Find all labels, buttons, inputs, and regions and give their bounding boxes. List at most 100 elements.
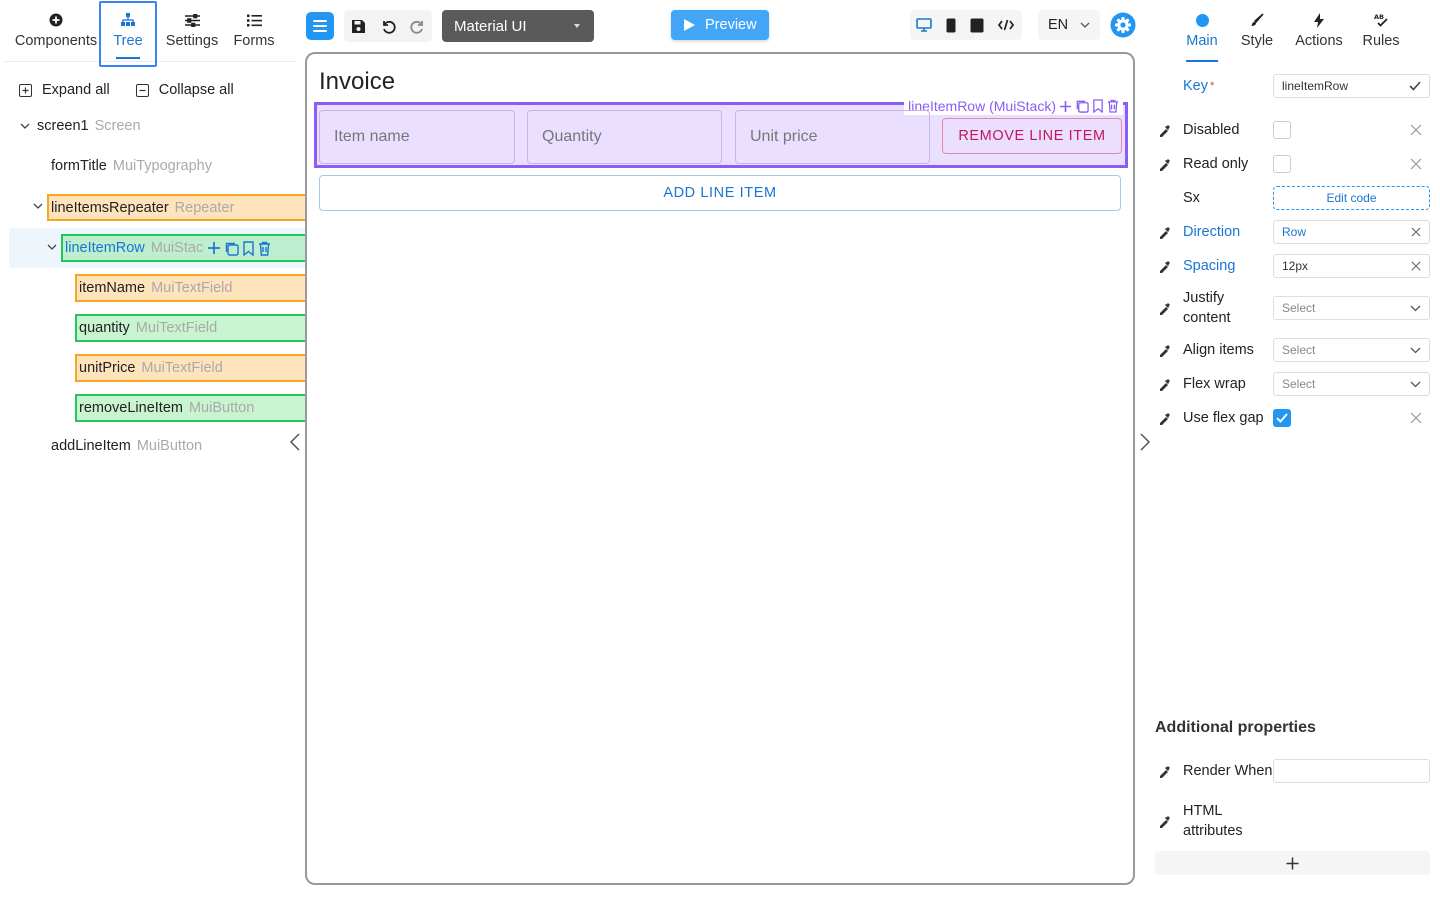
- tree-node-unitprice[interactable]: unitPrice MuiTextField: [75, 354, 329, 382]
- prop-row-spacing: Spacing 12px: [1158, 254, 1430, 278]
- clear-icon[interactable]: [1410, 124, 1422, 136]
- prop-row-flex-wrap: Flex wrap Select: [1158, 372, 1430, 396]
- play-icon: [683, 18, 696, 32]
- node-name: screen1: [37, 118, 89, 134]
- tab-components[interactable]: Components: [10, 0, 102, 62]
- language-select[interactable]: EN: [1038, 10, 1100, 40]
- read-only-checkbox[interactable]: [1273, 155, 1291, 173]
- tab-settings[interactable]: Settings: [161, 0, 223, 62]
- expand-all-button[interactable]: Expand all: [19, 82, 110, 98]
- tree-tab-selection-outline: [99, 1, 157, 67]
- clear-icon[interactable]: [1410, 158, 1422, 170]
- preview-label: Preview: [705, 17, 757, 33]
- lightning-icon: [1314, 12, 1324, 28]
- pipette-icon[interactable]: [1158, 814, 1183, 828]
- item-name-field[interactable]: Item name: [319, 110, 515, 164]
- duplicate-icon[interactable]: [224, 241, 239, 256]
- chevron-down-icon: [1410, 381, 1421, 388]
- render-when-label: Render When: [1183, 763, 1273, 779]
- pipette-icon[interactable]: [1158, 411, 1183, 425]
- pipette-icon[interactable]: [1158, 343, 1183, 357]
- pipette-icon[interactable]: [1158, 123, 1183, 137]
- unit-price-field[interactable]: Unit price: [735, 110, 930, 164]
- edit-code-button[interactable]: Edit code: [1273, 186, 1430, 210]
- trash-icon[interactable]: [258, 241, 271, 256]
- collapse-all-label: Collapse all: [158, 82, 234, 98]
- node-name: lineItemsRepeater: [51, 199, 169, 216]
- render-when-input[interactable]: [1273, 759, 1430, 783]
- tree-node-screen1[interactable]: screen1 Screen: [20, 113, 141, 139]
- tree-node-formtitle[interactable]: formTitle MuiTypography: [51, 153, 212, 179]
- line-item-row-stack[interactable]: lineItemRow (MuiStack) Item name Quantit…: [314, 97, 1128, 168]
- device-switcher: [910, 10, 1022, 40]
- add-icon[interactable]: [207, 241, 221, 255]
- add-html-attribute-button[interactable]: [1155, 851, 1430, 875]
- pipette-icon[interactable]: [1158, 157, 1183, 171]
- collapse-left-panel-button[interactable]: [289, 432, 301, 452]
- chevron-down-icon: [1410, 347, 1421, 354]
- align-items-select[interactable]: Select: [1273, 338, 1430, 362]
- trash-icon[interactable]: [1107, 99, 1119, 113]
- clear-icon[interactable]: [1410, 412, 1422, 424]
- use-flex-gap-checkbox[interactable]: [1273, 409, 1291, 427]
- clear-icon[interactable]: [1411, 261, 1421, 271]
- save-icon[interactable]: [350, 18, 366, 34]
- spacing-input[interactable]: 12px: [1273, 254, 1430, 278]
- node-name: itemName: [79, 280, 146, 296]
- tree-node-itemname[interactable]: itemName MuiTextField: [75, 274, 339, 302]
- circle-icon: [1195, 12, 1209, 28]
- menu-button[interactable]: [306, 12, 334, 40]
- theme-settings-gear-icon[interactable]: [1110, 12, 1136, 38]
- pipette-icon[interactable]: [1158, 764, 1183, 778]
- direction-select[interactable]: Row: [1273, 220, 1430, 244]
- tab-actions[interactable]: Actions: [1295, 0, 1343, 62]
- add-line-item-button[interactable]: ADD LINE ITEM: [319, 175, 1121, 211]
- read-only-label: Read only: [1183, 156, 1249, 172]
- pipette-icon[interactable]: [1158, 225, 1183, 239]
- key-input[interactable]: lineItemRow: [1273, 74, 1430, 98]
- flex-wrap-select[interactable]: Select: [1273, 372, 1430, 396]
- tab-main[interactable]: Main: [1186, 0, 1218, 62]
- pipette-icon[interactable]: [1158, 377, 1183, 391]
- tree-node-quantity[interactable]: quantity MuiTextField: [75, 314, 324, 342]
- collapse-right-panel-button[interactable]: [1139, 432, 1151, 452]
- clear-icon[interactable]: [1411, 227, 1421, 237]
- tab-forms[interactable]: Forms: [230, 0, 278, 62]
- tab-rules[interactable]: AB Rules: [1362, 0, 1399, 62]
- ui-library-select[interactable]: Material UI: [442, 10, 594, 42]
- preview-button[interactable]: Preview: [671, 10, 769, 40]
- tab-label: Forms: [233, 33, 275, 49]
- chevron-down-icon[interactable]: [47, 244, 61, 250]
- bookmark-icon[interactable]: [242, 240, 255, 256]
- check-icon[interactable]: [1409, 81, 1421, 91]
- node-type: MuiTypography: [112, 158, 212, 174]
- form-title[interactable]: Invoice: [319, 68, 395, 96]
- mobile-icon[interactable]: [946, 18, 956, 33]
- justify-content-select[interactable]: Select: [1273, 296, 1430, 320]
- code-icon[interactable]: [998, 19, 1014, 31]
- collapse-all-button[interactable]: Collapse all: [135, 82, 234, 98]
- prop-row-align-items: Align items Select: [1158, 338, 1430, 362]
- chevron-down-icon[interactable]: [20, 123, 34, 129]
- caret-down-icon: [574, 24, 580, 28]
- disabled-checkbox[interactable]: [1273, 121, 1291, 139]
- duplicate-icon[interactable]: [1075, 99, 1089, 113]
- pipette-icon[interactable]: [1158, 301, 1183, 315]
- desktop-icon[interactable]: [916, 18, 932, 32]
- tab-style[interactable]: Style: [1240, 0, 1274, 62]
- undo-icon[interactable]: [380, 18, 396, 34]
- pipette-icon[interactable]: [1158, 259, 1183, 273]
- quantity-field[interactable]: Quantity: [527, 110, 722, 164]
- tree-node-addlineitem[interactable]: addLineItem MuiButton: [51, 433, 202, 459]
- redo-icon[interactable]: [410, 18, 426, 34]
- flex-wrap-value: Select: [1282, 377, 1316, 391]
- add-icon[interactable]: [1059, 100, 1072, 113]
- prop-row-justify-content: Justify content Select: [1158, 288, 1430, 328]
- bookmark-icon[interactable]: [1092, 99, 1104, 113]
- tree-node-lineitemrow[interactable]: lineItemRow MuiStac: [61, 234, 338, 262]
- node-name: formTitle: [51, 158, 107, 174]
- tablet-icon[interactable]: [970, 18, 984, 33]
- language-value: EN: [1048, 17, 1069, 33]
- chevron-down-icon[interactable]: [33, 203, 47, 209]
- remove-line-item-button[interactable]: REMOVE LINE ITEM: [942, 118, 1122, 154]
